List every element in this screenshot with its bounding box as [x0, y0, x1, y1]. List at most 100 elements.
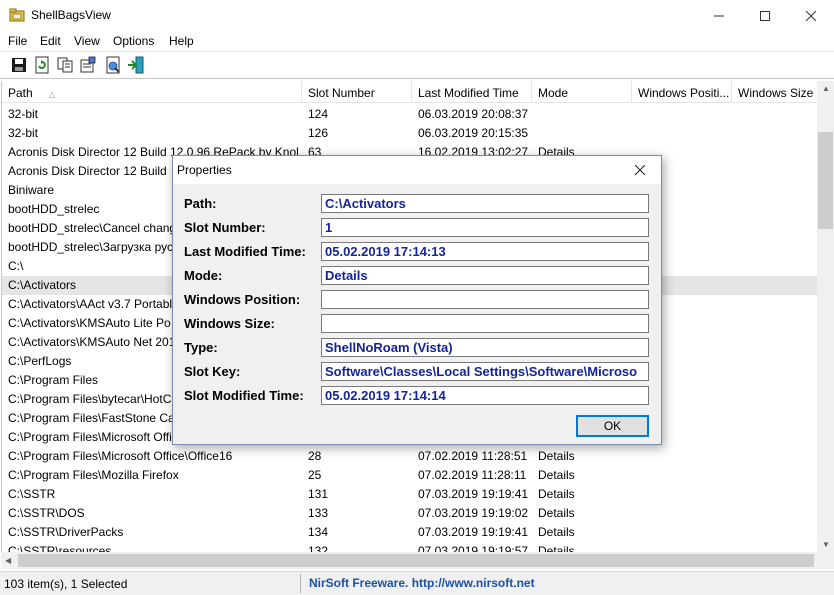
scroll-left-icon[interactable]: ◀: [5, 556, 11, 565]
cell-path: C:\SSTR\resources: [8, 544, 112, 552]
close-icon: [635, 165, 645, 175]
column-last-modified[interactable]: Last Modified Time: [412, 81, 532, 103]
table-row[interactable]: 32-bit 126 06.03.2019 20:15:35: [2, 124, 817, 143]
field-mode[interactable]: Details: [321, 266, 649, 285]
column-path[interactable]: Path △: [2, 81, 302, 103]
column-header: Path △ Slot Number Last Modified Time Mod…: [2, 81, 817, 103]
label-path: Path:: [184, 196, 217, 211]
html-report-button[interactable]: [104, 56, 122, 74]
label-last-modified-time: Last Modified Time:: [184, 244, 306, 259]
scroll-up-icon[interactable]: ▲: [822, 84, 830, 93]
status-bar: 103 item(s), 1 Selected NirSoft Freeware…: [0, 571, 834, 595]
minimize-button[interactable]: [696, 0, 742, 31]
cell-path: C:\SSTR\DOS: [8, 506, 85, 520]
menu-help[interactable]: Help: [169, 34, 194, 48]
nirsoft-link[interactable]: NirSoft Freeware. http://www.nirsoft.net: [309, 576, 535, 590]
cell-last-modified: 07.03.2019 19:19:41: [418, 525, 529, 539]
save-button[interactable]: [10, 56, 28, 74]
cell-mode: Details: [538, 449, 575, 463]
column-windows-size[interactable]: Windows Size: [732, 81, 817, 103]
close-button[interactable]: [788, 0, 834, 31]
column-windows-position[interactable]: Windows Positi...: [632, 81, 732, 103]
cell-slot-number: 131: [308, 487, 329, 501]
label-mode: Mode:: [184, 268, 223, 283]
scroll-down-icon[interactable]: ▼: [822, 540, 830, 549]
field-windows-position[interactable]: [321, 290, 649, 309]
field-slot-number[interactable]: 1: [321, 218, 649, 237]
cell-slot-number: 133: [308, 506, 329, 520]
cell-mode: Details: [538, 506, 575, 520]
title-bar: ShellBagsView: [0, 0, 834, 31]
minimize-icon: [714, 15, 724, 16]
cell-last-modified: 07.02.2019 11:28:51: [418, 449, 528, 463]
exit-button[interactable]: [127, 56, 145, 74]
ok-button[interactable]: OK: [576, 415, 649, 437]
menu-options[interactable]: Options: [113, 34, 154, 48]
window-title: ShellBagsView: [31, 8, 111, 22]
table-row[interactable]: C:\Program Files\Mozilla Firefox 25 07.02.…: [2, 466, 817, 485]
field-type[interactable]: ShellNoRoam (Vista): [321, 338, 649, 357]
cell-slot-number: 25: [308, 468, 322, 482]
copy-icon: [57, 57, 73, 73]
refresh-button[interactable]: [33, 56, 51, 74]
cell-last-modified: 07.03.2019 19:19:41: [418, 487, 529, 501]
save-icon: [12, 58, 26, 72]
dialog-close-button[interactable]: [619, 156, 661, 184]
cell-path: C:\SSTR: [8, 487, 56, 501]
table-row[interactable]: C:\SSTR\DOS 133 07.03.2019 19:19:02 Details: [2, 504, 817, 523]
menu-file[interactable]: File: [8, 34, 27, 48]
cell-path: C:\SSTR\DriverPacks: [8, 525, 124, 539]
refresh-icon: [35, 56, 49, 74]
column-slot-number[interactable]: Slot Number: [302, 81, 412, 103]
field-slot-modified-time[interactable]: 05.02.2019 17:14:14: [321, 386, 649, 405]
menu-edit[interactable]: Edit: [40, 34, 61, 48]
menu-bar: File Edit View Options Help: [0, 31, 834, 51]
cell-path: 32-bit: [8, 107, 39, 121]
html-report-icon: [106, 56, 120, 74]
sort-arrow-icon: △: [48, 90, 55, 99]
cell-mode: Details: [538, 468, 575, 482]
cell-slot-number: 134: [308, 525, 329, 539]
field-last-modified-time[interactable]: 05.02.2019 17:14:13: [321, 242, 649, 261]
cell-path: 32-bit: [8, 126, 39, 140]
field-path[interactable]: C:\Activators: [321, 194, 649, 213]
scrollbar-corner: [817, 552, 834, 569]
field-slot-key[interactable]: Software\Classes\Local Settings\Software…: [321, 362, 649, 381]
table-row[interactable]: C:\SSTR\DriverPacks 134 07.03.2019 19:19:4…: [2, 523, 817, 542]
cell-slot-number: 28: [308, 449, 322, 463]
properties-dialog: Properties Path: C:\Activators Slot Numb…: [172, 155, 662, 445]
cell-last-modified: 06.03.2019 20:08:37: [418, 107, 529, 121]
menu-view[interactable]: View: [74, 34, 100, 48]
dialog-title-bar: Properties: [173, 156, 661, 184]
table-row[interactable]: C:\SSTR 131 07.03.2019 19:19:41 Details: [2, 485, 817, 504]
app-icon: [9, 8, 25, 22]
toolbar: [0, 51, 834, 79]
cell-last-modified: 06.03.2019 20:15:35: [418, 126, 529, 140]
cell-slot-number: 132: [308, 544, 329, 552]
copy-button[interactable]: [56, 56, 74, 74]
maximize-button[interactable]: [742, 0, 788, 31]
label-slot-modified-time: Slot Modified Time:: [184, 388, 304, 403]
label-windows-size: Windows Size:: [184, 316, 275, 331]
cell-last-modified: 07.03.2019 19:19:02: [418, 506, 529, 520]
label-slot-number: Slot Number:: [184, 220, 266, 235]
label-type: Type:: [184, 340, 218, 355]
label-slot-key: Slot Key:: [184, 364, 241, 379]
table-row[interactable]: C:\SSTR\resources 132 07.03.2019 19:19:57 D…: [2, 542, 817, 552]
horizontal-scroll-thumb[interactable]: [18, 554, 814, 567]
column-path-label: Path: [8, 86, 33, 100]
dialog-title: Properties: [177, 163, 232, 177]
cell-mode: Details: [538, 544, 575, 552]
vertical-scroll-thumb[interactable]: [818, 132, 833, 229]
cell-mode: Details: [538, 525, 575, 539]
table-row[interactable]: 32-bit 124 06.03.2019 20:08:37: [2, 105, 817, 124]
properties-button[interactable]: [79, 56, 97, 74]
status-item-count: 103 item(s), 1 Selected: [4, 577, 128, 591]
field-windows-size[interactable]: [321, 314, 649, 333]
exit-icon: [128, 56, 144, 74]
table-row[interactable]: C:\Program Files\Microsoft Office\Office…: [2, 447, 817, 466]
cell-mode: Details: [538, 487, 575, 501]
column-mode[interactable]: Mode: [532, 81, 632, 103]
maximize-icon: [760, 10, 770, 21]
cell-slot-number: 126: [308, 126, 329, 140]
